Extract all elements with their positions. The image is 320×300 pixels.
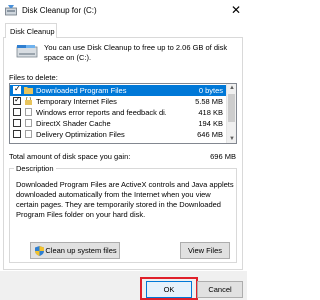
- file-icon: [25, 119, 32, 127]
- disk-cleanup-icon: [5, 5, 17, 16]
- window-title: Disk Cleanup for (C:): [22, 6, 97, 15]
- item-size: 0 bytes: [198, 86, 223, 95]
- total-label: Total amount of disk space you gain:: [9, 152, 131, 161]
- files-to-delete-label: Files to delete:: [9, 73, 58, 82]
- checkbox[interactable]: [13, 95, 21, 105]
- drive-icon: [16, 45, 38, 58]
- item-name: Delivery Optimization Files: [36, 130, 125, 139]
- close-icon[interactable]: ✕: [231, 3, 241, 17]
- clean-up-system-files-button[interactable]: Clean up system files: [30, 242, 120, 259]
- clean-up-system-files-label: Clean up system files: [45, 246, 117, 255]
- lock-icon: [25, 97, 32, 105]
- checkbox[interactable]: [13, 119, 21, 127]
- item-size: 194 KB: [198, 119, 223, 128]
- cancel-button[interactable]: Cancel: [197, 281, 243, 298]
- tab-disk-cleanup[interactable]: Disk Cleanup: [5, 23, 57, 38]
- intro-text: You can use Disk Cleanup to free up to 2…: [44, 43, 228, 62]
- list-item[interactable]: Downloaded Program Files 0 bytes: [10, 84, 227, 96]
- scroll-thumb[interactable]: [228, 94, 235, 122]
- view-files-button[interactable]: View Files: [180, 242, 230, 259]
- list-item[interactable]: DirectX Shader Cache 194 KB: [10, 118, 227, 129]
- checkbox[interactable]: [13, 84, 21, 94]
- checkbox[interactable]: [13, 130, 21, 138]
- item-name: Downloaded Program Files: [36, 86, 127, 95]
- scroll-up-icon[interactable]: ▲: [229, 85, 235, 91]
- description-title: Description: [14, 164, 56, 173]
- list-item[interactable]: Windows error reports and feedback di...…: [10, 107, 227, 118]
- item-name: Windows error reports and feedback di...: [36, 108, 166, 117]
- item-size: 418 KB: [198, 108, 223, 117]
- item-size: 5.58 MB: [195, 97, 223, 106]
- ok-highlight-box: [140, 277, 198, 300]
- item-name: DirectX Shader Cache: [36, 119, 111, 128]
- item-name: Temporary Internet Files: [36, 97, 117, 106]
- tab-label: Disk Cleanup: [10, 27, 55, 36]
- list-item[interactable]: Delivery Optimization Files 646 MB: [10, 129, 227, 140]
- files-listbox[interactable]: Downloaded Program Files 0 bytes Tempora…: [9, 83, 237, 144]
- total-value: 696 MB: [210, 152, 236, 161]
- file-icon: [25, 108, 32, 116]
- list-item[interactable]: Temporary Internet Files 5.58 MB: [10, 95, 227, 107]
- scroll-down-icon[interactable]: ▼: [229, 136, 235, 142]
- checkbox[interactable]: [13, 108, 21, 116]
- uac-shield-icon: [35, 246, 44, 256]
- description-text: Downloaded Program Files are ActiveX con…: [16, 180, 234, 219]
- file-icon: [25, 130, 32, 138]
- title-bar: Disk Cleanup for (C:) ✕: [0, 0, 247, 22]
- folder-icon: [24, 87, 33, 94]
- item-size: 646 MB: [197, 130, 223, 139]
- vertical-scrollbar[interactable]: ▲ ▼: [226, 84, 236, 143]
